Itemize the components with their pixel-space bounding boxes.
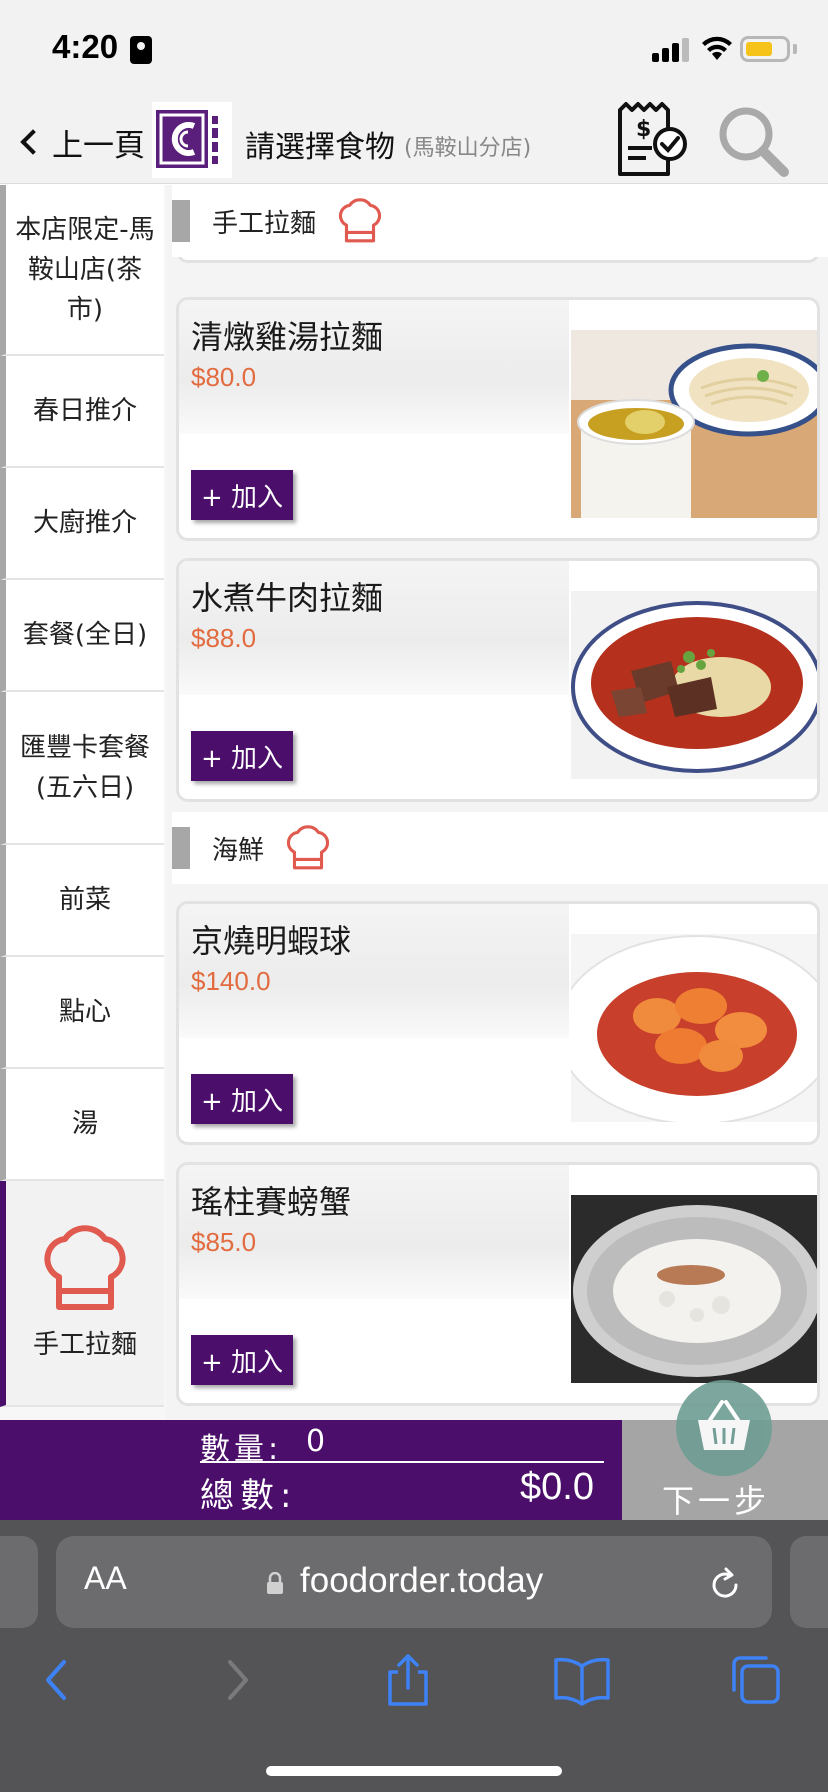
item-name: 瑤柱賽螃蟹 [191, 1183, 352, 1221]
share-icon[interactable] [378, 1652, 438, 1708]
url-text: foodorder.today [300, 1561, 544, 1600]
status-time: 4:20 [52, 28, 119, 65]
total-label: 總數: [200, 1476, 298, 1516]
item-price: $85.0 [191, 1227, 257, 1257]
food-image-chicken-soup-noodles [571, 330, 817, 518]
chef-hat-icon [286, 825, 330, 870]
sidebar-item-label: 大廚推介 [32, 508, 137, 538]
chef-hat-icon [338, 198, 382, 243]
page-title: 請選擇食物 [245, 130, 395, 165]
food-image-beef-noodles [571, 591, 817, 779]
food-image-scallop-egg-white [571, 1195, 817, 1383]
reload-icon[interactable] [706, 1566, 744, 1604]
item-name: 清燉雞湯拉麵 [191, 318, 384, 356]
forward-arrow-icon[interactable] [206, 1652, 266, 1708]
sidebar-item-label: 春日推介 [32, 396, 137, 426]
previous-tab-peek[interactable] [0, 1536, 38, 1628]
add-button[interactable]: + 加入 [191, 1074, 293, 1124]
sidebar-item-label: 手工拉麵 [32, 1330, 137, 1360]
item-price: $80.0 [191, 362, 257, 392]
search-button[interactable] [712, 102, 794, 182]
item-name: 京燒明蝦球 [191, 922, 352, 960]
category-sidebar: 本店限定-馬鞍山店(茶市) 春日推介 大廚推介 套餐(全日) 匯豐卡套餐(五六日… [0, 185, 166, 1420]
food-image-prawn-balls [571, 934, 817, 1122]
total-value: $0.0 [520, 1466, 594, 1508]
add-button[interactable]: + 加入 [191, 470, 293, 520]
page-subtitle: (馬鞍山分店) [404, 136, 532, 161]
sidebar-item-appetizers[interactable]: 前菜 [0, 845, 164, 957]
section-header-seafood: 海鮮 [172, 812, 828, 884]
sidebar-item-label: 點心 [58, 997, 111, 1027]
order-receipt-button[interactable]: $ [612, 100, 694, 182]
basket-icon [698, 1400, 750, 1450]
receipt-icon: $ [618, 102, 687, 176]
next-tab-peek[interactable] [790, 1536, 828, 1628]
sidebar-item-label: 前菜 [58, 885, 111, 915]
sidebar-item-store-exclusive[interactable]: 本店限定-馬鞍山店(茶市) [0, 185, 164, 356]
sidebar-item-chef[interactable]: 大廚推介 [0, 468, 164, 580]
home-indicator [266, 1766, 562, 1776]
add-button[interactable]: + 加入 [191, 1335, 293, 1385]
menu-card: 清燉雞湯拉麵 $80.0 + 加入 [176, 297, 820, 541]
back-button[interactable]: 上一頁 [16, 120, 145, 164]
next-step-label: 下一步 [662, 1482, 771, 1520]
svg-text:$: $ [636, 117, 651, 142]
search-icon [719, 107, 789, 177]
item-price: $88.0 [191, 623, 257, 653]
item-name: 水煮牛肉拉麵 [191, 579, 384, 617]
sidebar-item-soup[interactable]: 湯 [0, 1069, 164, 1181]
add-button[interactable]: + 加入 [191, 731, 293, 781]
back-button-label: 上一頁 [52, 127, 145, 164]
sidebar-item-label: 湯 [71, 1109, 98, 1139]
sidebar-item-set-meals[interactable]: 套餐(全日) [0, 580, 164, 692]
sidebar-item-hsbc-sets[interactable]: 匯豐卡套餐(五六日) [0, 692, 164, 845]
cellular-signal-icon [652, 36, 692, 62]
sidebar-item-label: 本店限定-馬鞍山店(茶市) [15, 214, 155, 325]
focus-mode-icon [130, 36, 152, 64]
lock-icon [267, 1572, 283, 1594]
sidebar-item-label: 匯豐卡套餐(五六日) [19, 732, 150, 803]
menu-content: 手工拉麵 清燉雞湯拉麵 $80.0 + 加入 水煮牛肉拉麵 $88.0 + 加入… [166, 185, 828, 1420]
battery-icon [740, 36, 790, 62]
sidebar-item-label: 套餐(全日) [22, 620, 148, 650]
aa-label: AA [84, 1560, 127, 1596]
menu-card: 京燒明蝦球 $140.0 + 加入 [176, 901, 820, 1145]
menu-card: 瑤柱賽螃蟹 $85.0 + 加入 [176, 1162, 820, 1406]
chef-hat-icon [44, 1225, 126, 1310]
back-arrow-icon[interactable] [28, 1652, 88, 1708]
sidebar-item-spring[interactable]: 春日推介 [0, 356, 164, 468]
menu-card: 水煮牛肉拉麵 $88.0 + 加入 [176, 558, 820, 802]
section-header-handmade-noodles: 手工拉麵 [172, 185, 828, 257]
quantity-value: 0 [306, 1424, 326, 1459]
status-bar: 4:20 [0, 0, 828, 100]
reader-settings-button[interactable]: AA [84, 1560, 127, 1597]
chevron-left-icon [20, 129, 46, 155]
section-label: 手工拉麵 [212, 208, 317, 239]
tabs-icon[interactable] [726, 1652, 786, 1708]
bookmarks-icon[interactable] [552, 1652, 612, 1708]
sidebar-item-dim-sum[interactable]: 點心 [0, 957, 164, 1069]
item-price: $140.0 [191, 966, 271, 996]
cart-button[interactable] [676, 1380, 772, 1476]
wifi-icon [702, 36, 732, 60]
restaurant-logo [152, 102, 232, 178]
sidebar-item-handmade-noodles[interactable]: 手工拉麵 [0, 1181, 164, 1407]
section-label: 海鮮 [212, 835, 265, 866]
